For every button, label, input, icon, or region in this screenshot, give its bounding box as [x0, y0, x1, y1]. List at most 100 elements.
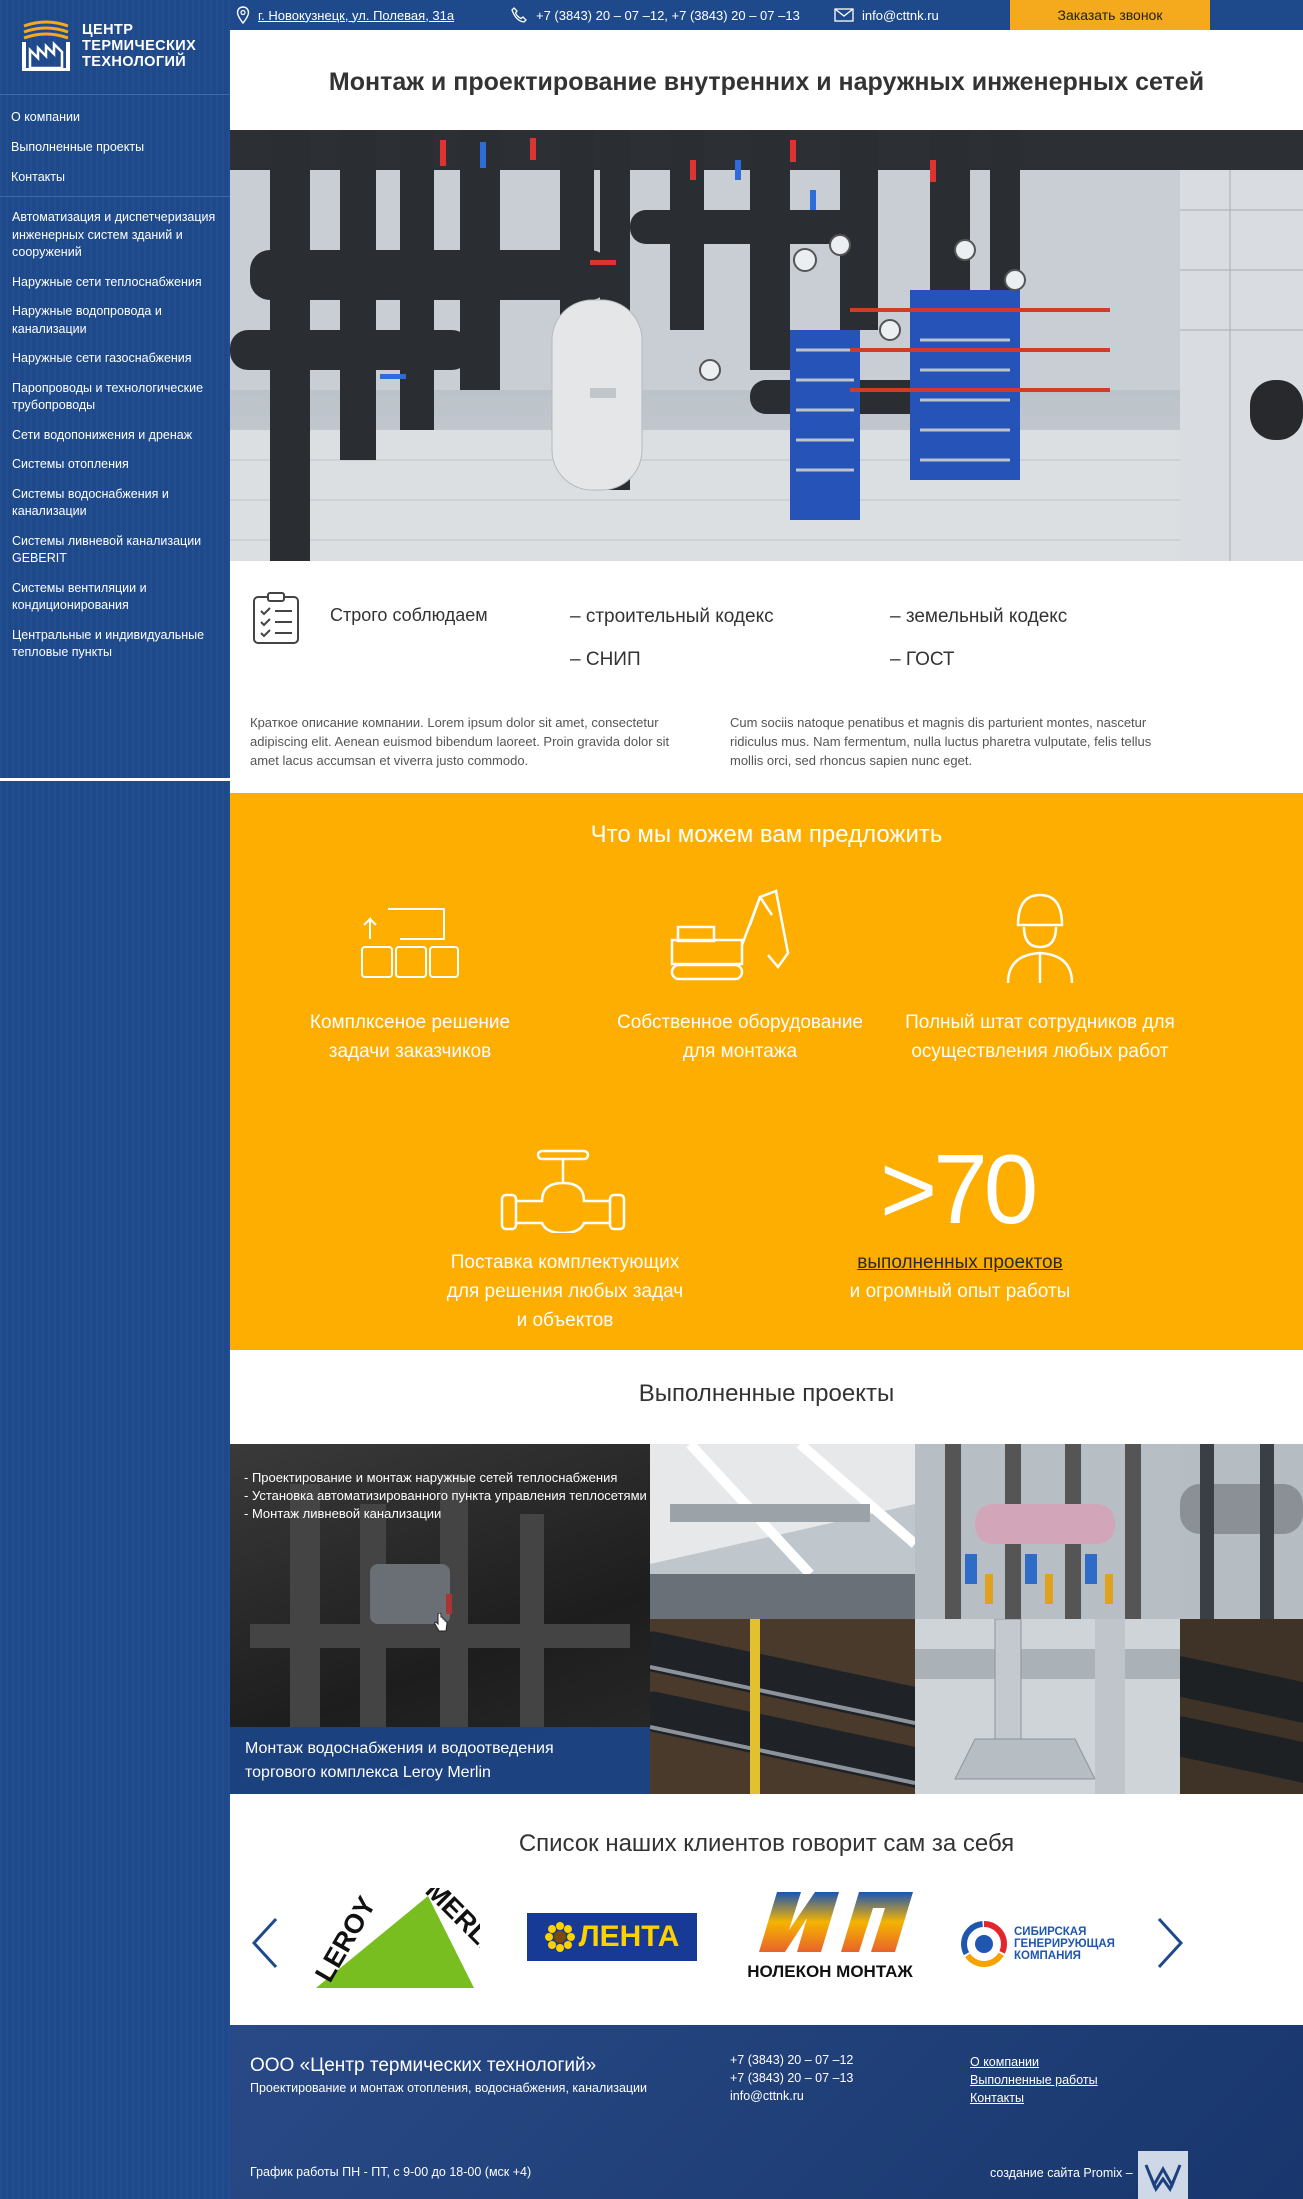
phones-text: +7 (3843) 20 – 07 –12, +7 (3843) 20 – 07… — [536, 7, 800, 23]
footer-link-contacts[interactable]: Контакты — [970, 2089, 1098, 2107]
sunflower-icon — [544, 1922, 575, 1952]
worker-icon — [1006, 893, 1074, 984]
list-item: - Установка автоматизированного пункта у… — [244, 1488, 647, 1503]
footer-schedule: График работы ПН - ПТ, с 9-00 до 18-00 (… — [250, 2165, 532, 2179]
footer-phone: +7 (3843) 20 – 07 –12 — [730, 2053, 854, 2067]
service-water-supply[interactable]: Системы водоснабжения и канализации — [0, 486, 230, 521]
project-thumbnail[interactable] — [650, 1619, 915, 1794]
offer-projects-block: выполненных проектов и огромный опыт раб… — [849, 1252, 1071, 1302]
callback-button[interactable]: Заказать звонок — [1010, 0, 1210, 30]
projects-section: Выполненные проекты - Проектирование и м… — [230, 1350, 1303, 1794]
location-pin-icon — [236, 6, 250, 24]
featured-project[interactable]: - Проектирование и монтаж наружные сетей… — [230, 1444, 650, 1794]
standard-item: – СНИП — [570, 649, 641, 670]
service-heating[interactable]: Системы отопления — [0, 456, 230, 474]
standard-item: – строительный кодекс — [570, 606, 774, 627]
main-content: Монтаж и проектирование внутренних и нар… — [230, 30, 1303, 2199]
primary-nav: О компании Выполненные проекты Контакты — [0, 94, 230, 192]
offer-heading: Что мы можем вам предложить — [590, 821, 943, 848]
footer-company-name: ООО «Центр термических технологий» — [250, 2055, 597, 2076]
footer-link-works[interactable]: Выполненные работы — [970, 2071, 1098, 2089]
nav-about[interactable]: О компании — [0, 102, 230, 132]
project-thumbnail[interactable] — [915, 1444, 1180, 1619]
footer-subtitle: Проектирование и монтаж отопления, водос… — [250, 2081, 648, 2095]
excavator-icon — [670, 889, 790, 981]
nav-contacts[interactable]: Контакты — [0, 162, 230, 192]
client-logo-leroy: LEROY MERLIN — [308, 1875, 514, 1990]
service-gas[interactable]: Наружные сети газоснабжения — [0, 350, 230, 368]
footer-nav: О компании Выполненные работы Контакты — [970, 2053, 1098, 2107]
phone-item: +7 (3843) 20 – 07 –12, +7 (3843) 20 – 07… — [510, 0, 800, 30]
sgk-text: СИБИРСКАЯ ГЕНЕРИРУЮЩАЯ КОМПАНИЯ — [1014, 1926, 1115, 1962]
service-heat-points[interactable]: Центральные и индивидуальные тепловые пу… — [0, 627, 230, 662]
offer-feature-complex: Комплксеное решение задачи заказчиков — [309, 1012, 511, 1062]
standard-item: – земельный кодекс — [890, 606, 1068, 627]
sidebar-divider — [0, 778, 230, 781]
client-logo-lenta: ЛЕНТА — [527, 1913, 697, 1961]
offer-section: Что мы можем вам предложить Комплксеное … — [230, 793, 1303, 1350]
footer-contacts: +7 (3843) 20 – 07 –12 +7 (3843) 20 – 07 … — [730, 2051, 853, 2105]
sidebar: Центр Термических Технологий О компании … — [0, 0, 230, 2199]
nolekon-text: НОЛЕКОН МОНТАЖ — [747, 1962, 913, 1981]
sgk-emblem-icon — [961, 1921, 1007, 1967]
projects-count: >70 — [880, 1134, 1038, 1244]
footer-link-about[interactable]: О компании — [970, 2053, 1098, 2071]
company-description: Краткое описание компании. Lorem ipsum d… — [250, 715, 670, 768]
lenta-text: ЛЕНТА — [578, 1920, 680, 1953]
projects-heading: Выполненные проекты — [638, 1380, 895, 1407]
featured-project-caption: Монтаж водоснабжения и водоотведения тор… — [230, 1727, 650, 1794]
topbar: г. Новокузнецк, ул. Полевая, 31а +7 (384… — [230, 0, 1303, 30]
offer-feature-supply: Поставка комплектующих для решения любых … — [446, 1252, 684, 1331]
standard-item: – ГОСТ — [890, 649, 955, 670]
list-item: - Монтаж ливневой канализации — [244, 1506, 442, 1521]
list-item: - Проектирование и монтаж наружные сетей… — [244, 1470, 618, 1485]
clients-section: Список наших клиентов говорит сам за себ… — [230, 1800, 1303, 2025]
offer-feature-equipment: Собственное оборудование для монтажа — [616, 1012, 864, 1062]
service-automation[interactable]: Автоматизация и диспетчеризация инженерн… — [0, 209, 230, 262]
logo[interactable]: Центр Термических Технологий — [18, 16, 218, 76]
projects-gallery: - Проектирование и монтаж наружные сетей… — [230, 1444, 1303, 1794]
footer-credit[interactable]: создание сайта Promix – — [990, 2166, 1133, 2180]
project-thumbnail[interactable] — [1180, 1444, 1303, 1619]
page-title: Монтаж и проектирование внутренних и нар… — [328, 68, 1205, 96]
service-water-sewer[interactable]: Наружные водопровода и канализации — [0, 303, 230, 338]
hand-cursor-icon — [434, 1613, 448, 1632]
featured-project-list: - Проектирование и монтаж наружные сетей… — [244, 1469, 647, 1523]
clients-heading: Список наших клиентов говорит сам за себ… — [518, 1830, 1015, 1857]
logo-mark-icon — [18, 18, 74, 74]
email-link[interactable]: info@cttnk.ru — [862, 8, 939, 23]
footer: ООО «Центр термических технологий» Проек… — [230, 2025, 1303, 2199]
address-link[interactable]: г. Новокузнецк, ул. Полевая, 31а — [258, 8, 454, 23]
logo-text: Центр Термических Технологий — [82, 22, 197, 70]
client-logo-nolekon: НОЛЕКОН МОНТАЖ — [745, 1890, 915, 1981]
blocks-icon — [361, 908, 459, 978]
nav-projects[interactable]: Выполненные проекты — [0, 132, 230, 162]
projects-link[interactable]: выполненных проектов — [857, 1252, 1062, 1273]
service-ventilation[interactable]: Системы вентиляции и кондиционирования — [0, 580, 230, 615]
service-storm-sewer[interactable]: Системы ливневой канализации GEBERIT — [0, 533, 230, 568]
project-thumbnail[interactable] — [915, 1619, 1180, 1794]
footer-phone: +7 (3843) 20 – 07 –13 — [730, 2071, 854, 2085]
standards-section: Строго соблюдаем – строительный кодекс –… — [230, 561, 1303, 823]
promix-logo[interactable] — [1138, 2151, 1188, 2199]
project-thumbnail[interactable] — [1180, 1619, 1303, 1794]
services-nav: Автоматизация и диспетчеризация инженерн… — [0, 196, 230, 674]
email-item: info@cttnk.ru — [834, 0, 939, 30]
standards-label: Строго соблюдаем — [330, 605, 488, 625]
footer-email[interactable]: info@cttnk.ru — [730, 2087, 853, 2105]
service-steam[interactable]: Паропроводы и технологические трубопрово… — [0, 380, 230, 415]
client-logo-sgk: СИБИРСКАЯ ГЕНЕРИРУЮЩАЯ КОМПАНИЯ — [960, 1920, 1150, 1968]
address-item: г. Новокузнецк, ул. Полевая, 31а — [236, 0, 454, 30]
service-heat-networks[interactable]: Наружные сети теплоснабжения — [0, 274, 230, 292]
offer-feature-staff: Полный штат сотрудников для осуществления… — [905, 1012, 1175, 1062]
envelope-icon — [834, 8, 854, 22]
checklist-icon — [253, 592, 299, 644]
phone-icon — [511, 7, 527, 23]
service-drainage[interactable]: Сети водопонижения и дренаж — [0, 427, 230, 445]
project-thumbnail[interactable] — [650, 1444, 915, 1619]
hero-image — [230, 130, 1303, 561]
company-description-2: Cum sociis natoque penatibus et magnis d… — [730, 715, 1152, 768]
carousel-next-arrow-icon[interactable] — [1155, 1913, 1187, 1973]
valve-icon — [500, 1149, 626, 1233]
carousel-prev-arrow-icon[interactable] — [248, 1913, 280, 1973]
